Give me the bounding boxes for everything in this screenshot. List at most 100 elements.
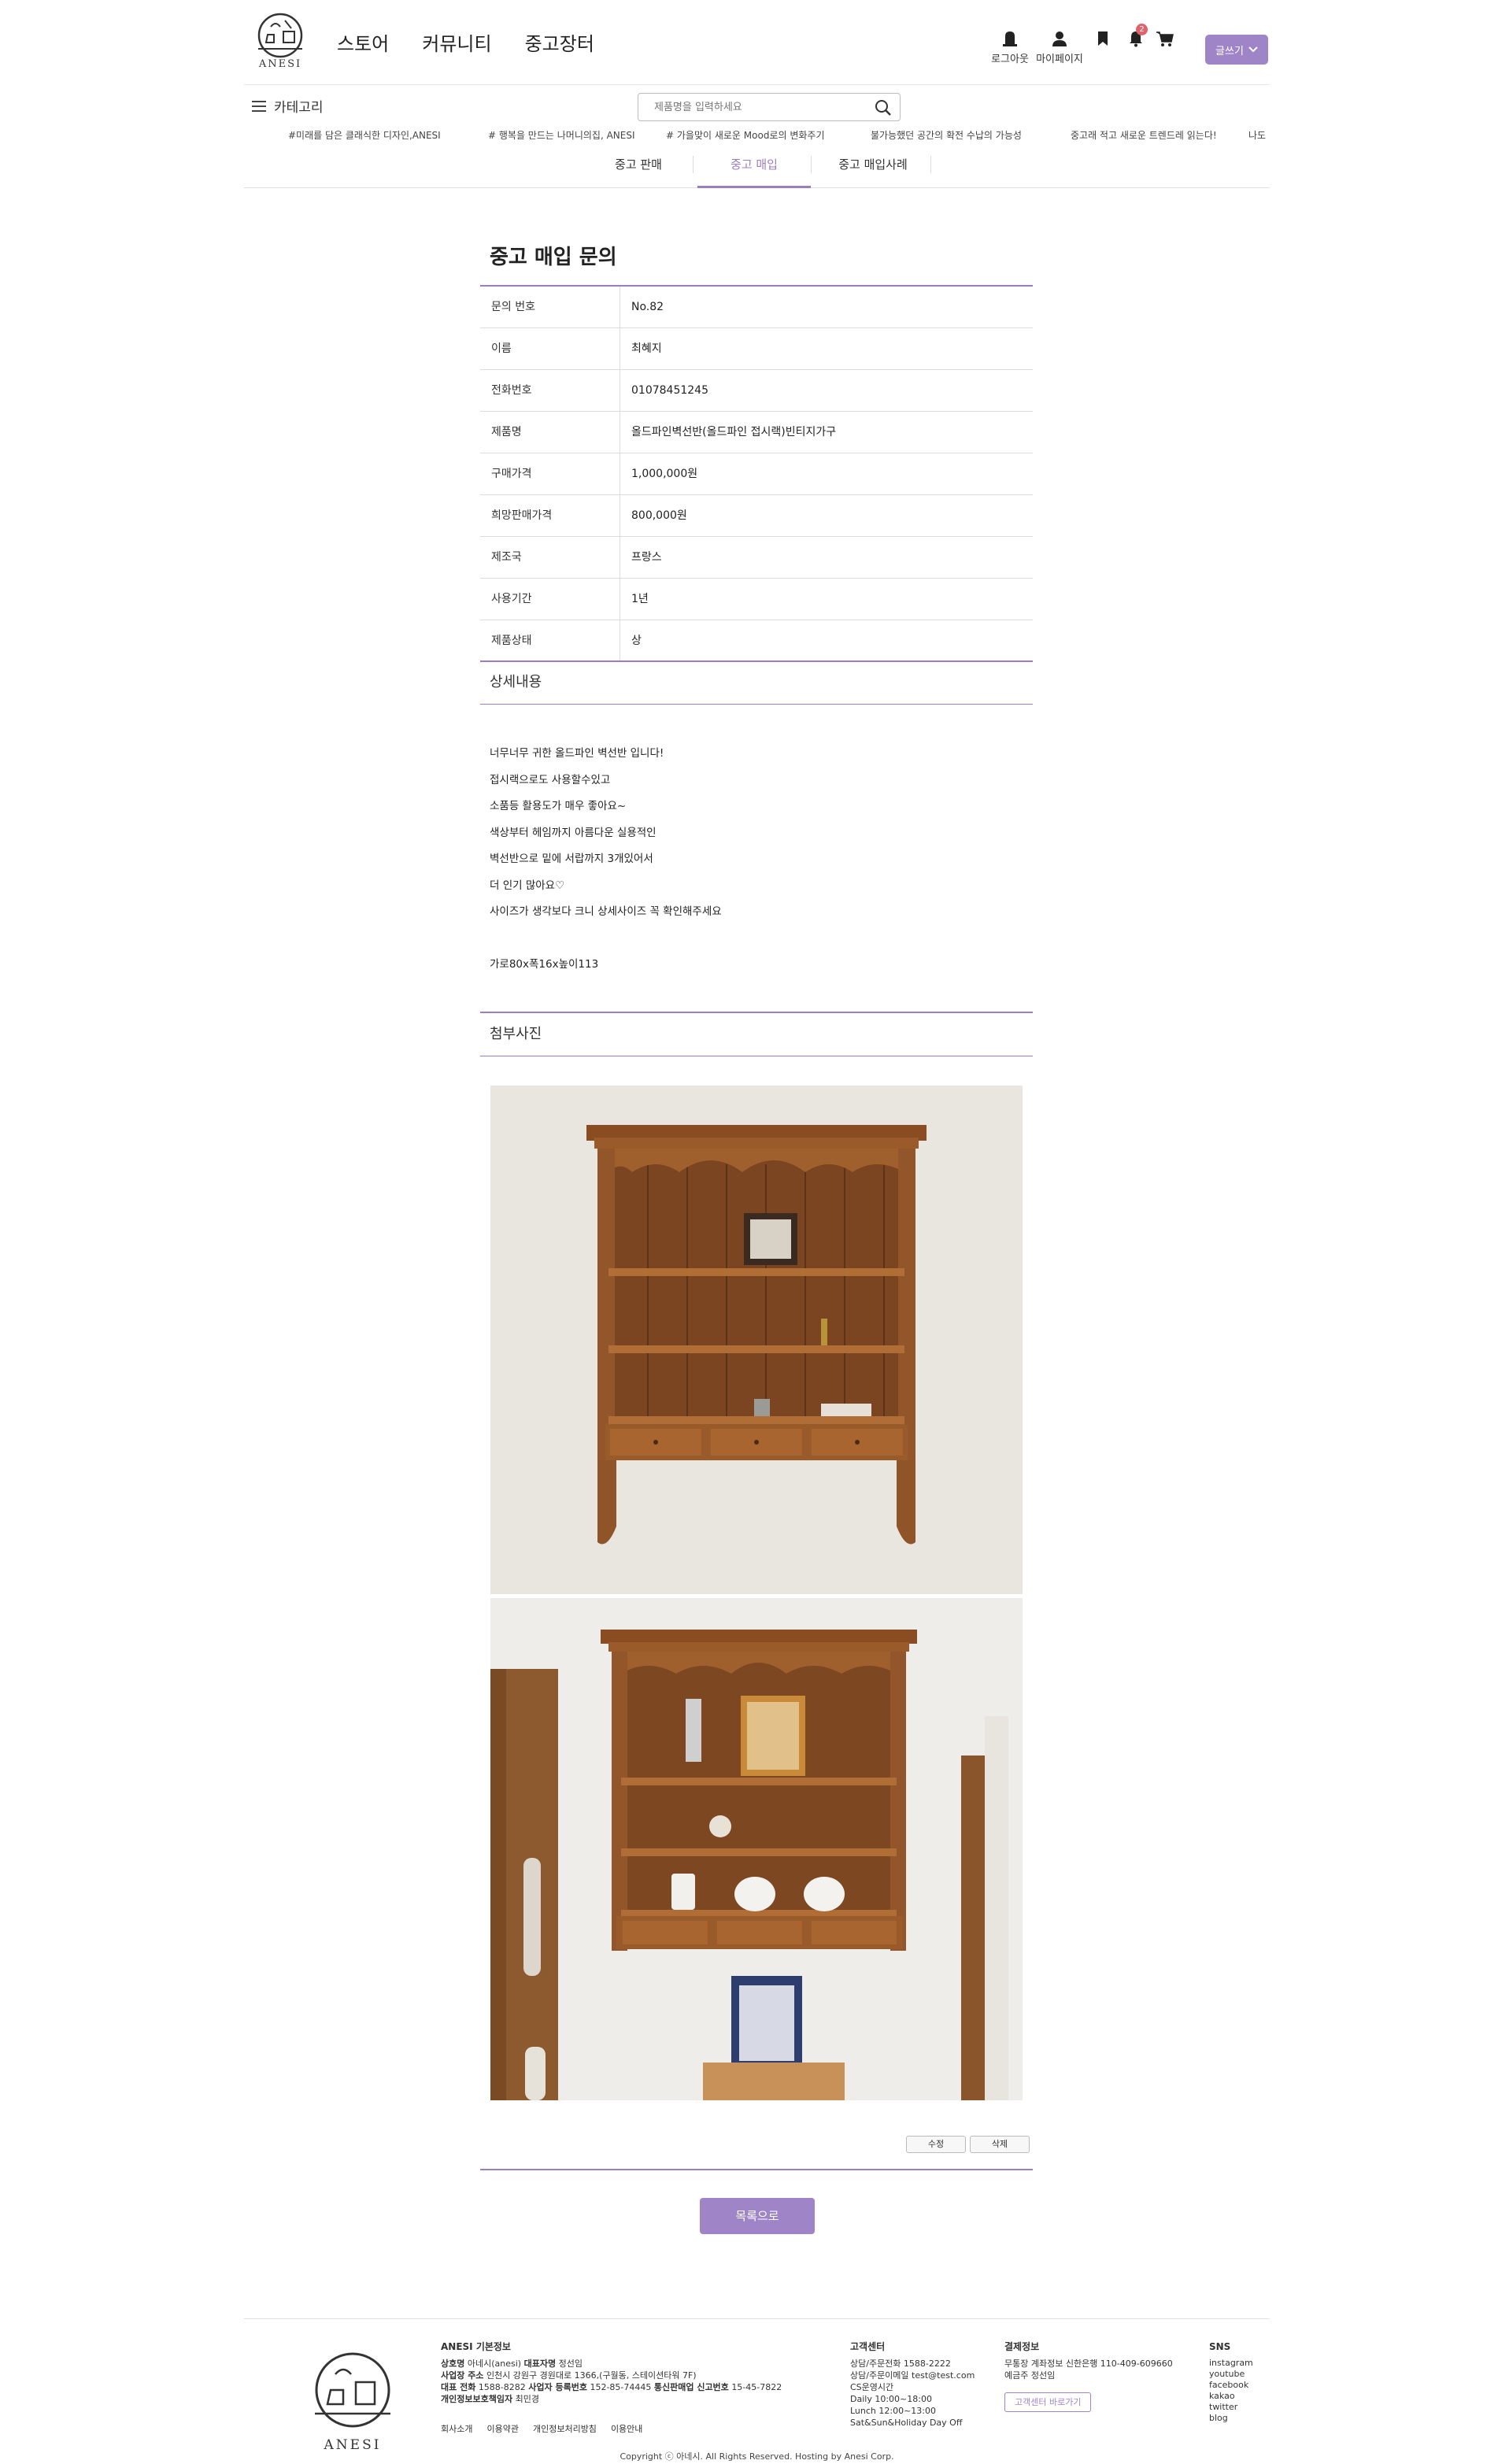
edit-button[interactable]: 수정 [906,2136,966,2153]
row-value: 1,000,000원 [631,468,698,480]
logo[interactable]: ANESI [247,11,313,74]
mypage-button[interactable]: 마이페이지 [1032,30,1087,65]
footer-link-about[interactable]: 회사소개 [441,2422,472,2435]
write-button[interactable]: 글쓰기 [1205,35,1268,65]
divider [480,2169,1033,2170]
footer-link-guide[interactable]: 이용안내 [611,2422,642,2435]
row-key: 제품상태 [480,620,620,660]
info-value: 15-45-7822 [731,2382,782,2392]
table-row: 제품명 올드파인벽선반(올드파인 접시랙)빈티지가구 [480,412,1033,453]
shelf-photo [490,1598,1023,2100]
logout-button[interactable]: 로그아웃 [986,30,1034,65]
back-to-list-button[interactable]: 목록으로 [700,2198,815,2234]
detail-line: 더 인기 많아요♡ [490,879,565,892]
info-line: 대표 전화 1588-8282 사업자 등록번호 152-85-74445 통신… [441,2381,834,2393]
ticker-item[interactable]: 나도 [1248,128,1266,142]
sns-blog[interactable]: blog [1209,2413,1264,2424]
detail-line: 접시랙으로도 사용할수있고 [490,773,611,786]
table-row: 사용기간 1년 [480,579,1033,620]
tab-divider [811,156,812,173]
info-value: 최민경 [515,2394,539,2404]
payment-info: 결제정보 무통장 계좌정보 신한은행 110-409-609660 예금주 정선… [1004,2341,1193,2412]
search-icon[interactable] [875,99,892,117]
footer-links: 회사소개 이용약관 개인정보처리방침 이용안내 [441,2422,642,2435]
cart-button[interactable] [1155,30,1175,47]
row-value: 1년 [631,593,649,605]
attached-photo [490,1086,1023,1594]
category-button[interactable]: 카테고리 [252,96,324,116]
search-box [638,93,901,121]
sns-instagram[interactable]: instagram [1209,2358,1264,2369]
sns-twitter[interactable]: twitter [1209,2402,1264,2413]
info-value: 1588-8282 [478,2382,526,2392]
pay-title: 결제정보 [1004,2341,1040,2352]
shelf-photo [490,1086,1023,1594]
row-value: 상 [631,634,642,647]
company-info-title: ANESI 기본정보 [441,2341,511,2352]
ticker-item[interactable]: #미래를 담은 클래식한 디자인,ANESI [288,128,441,142]
cs-line: Daily 10:00~18:00 [850,2394,932,2404]
row-key: 이름 [480,328,620,369]
info-key: 통신판매업 신고번호 [653,2382,729,2392]
ticker-item[interactable]: # 행복을 만드는 나머니의집, ANESI [488,128,635,142]
detail-line: 소품등 활용도가 매우 좋아요~ [490,800,627,812]
info-line: 사업장 주소 인천시 강원구 경원대로 1366,(구월동, 스테이션타워 7F… [441,2370,834,2381]
nav-community[interactable]: 커뮤니티 [422,28,491,56]
notification-button[interactable]: 2 [1126,24,1148,47]
tab-purchase-cases[interactable]: 중고 매입사례 [816,143,930,188]
nav-store[interactable]: 스토어 [337,28,389,56]
table-row: 구매가격 1,000,000원 [480,453,1033,495]
tab-used-purchase[interactable]: 중고 매입 [697,143,811,188]
info-key: 사업장 주소 [441,2370,484,2381]
page-title: 중고 매입 문의 [490,246,617,269]
row-key: 제조국 [480,537,620,578]
delete-button[interactable]: 삭제 [970,2136,1030,2153]
table-row: 이름 최혜지 [480,328,1033,370]
footer-link-privacy[interactable]: 개인정보처리방침 [533,2422,597,2435]
row-value: 01078451245 [631,384,708,397]
sns-links: SNS instagram youtube facebook kakao twi… [1209,2341,1264,2424]
row-key: 문의 번호 [480,287,620,327]
sub-bar: 카테고리 [244,87,1270,126]
nav-used-market[interactable]: 중고장터 [525,28,594,56]
customer-center-button[interactable]: 고객센터 바로가기 [1004,2392,1092,2412]
pay-line: 무통장 계좌정보 신한은행 110-409-609660 [1004,2359,1173,2369]
site-header: ANESI 스토어 커뮤니티 중고장터 로그아웃 마이페이지 2 글쓰기 [244,0,1270,85]
row-key: 사용기간 [480,579,620,620]
logo-mark-icon [315,2352,390,2428]
sns-youtube[interactable]: youtube [1209,2369,1264,2380]
menu-icon [252,100,266,112]
info-key: 개인정보보호책임자 [441,2394,513,2404]
row-value: 프랑스 [631,551,662,564]
tab-used-sale[interactable]: 중고 판매 [584,143,693,188]
cs-title: 고객센터 [850,2341,886,2352]
info-value: 152-85-74445 [590,2382,652,2392]
sns-kakao[interactable]: kakao [1209,2391,1264,2402]
row-value: No.82 [631,301,664,313]
info-key: 사업자 등록번호 [528,2382,587,2392]
divider [480,704,1033,705]
ticker-item[interactable]: # 가을맞이 새로운 Mood로의 변화주기 [666,128,825,142]
mypage-label: 마이페이지 [1036,54,1083,65]
table-row: 제품상태 상 [480,620,1033,662]
detail-line: 가로80x폭16x높이113 [490,957,599,971]
table-row: 문의 번호 No.82 [480,287,1033,328]
attached-photo [490,1598,1023,2100]
cs-line: 상담/주문전화 1588-2222 [850,2359,951,2369]
ticker-item[interactable]: 중고래 적고 새로운 트렌드레 읽는다! [1071,128,1217,142]
bookmark-button[interactable] [1093,30,1112,47]
footer-link-terms[interactable]: 이용약관 [486,2422,518,2435]
ticker-item[interactable]: 불가능했던 공간의 확전 수납의 가능성 [871,128,1022,142]
search-input[interactable] [638,94,859,120]
info-line: 개인정보보호책임자 최민경 [441,2393,834,2405]
company-info: ANESI 기본정보 상호명 아네시(anesi) 대표자명 정선임 사업장 주… [441,2341,834,2405]
site-footer: ANESI ANESI 기본정보 상호명 아네시(anesi) 대표자명 정선임… [244,2318,1270,2464]
cs-line: Lunch 12:00~13:00 [850,2406,937,2416]
cs-line: CS운영시간 [850,2382,894,2392]
used-tabs: 중고 판매 중고 매입 중고 매입사례 [244,143,1270,188]
sns-facebook[interactable]: facebook [1209,2380,1264,2391]
table-row: 희망판매가격 800,000원 [480,495,1033,537]
notification-badge: 2 [1136,24,1148,35]
detail-line: 사이즈가 생각보다 크니 상세사이즈 꼭 확인해주세요 [490,905,722,918]
detail-line: 너무너무 귀한 올드파인 벽선반 입니다! [490,747,664,760]
